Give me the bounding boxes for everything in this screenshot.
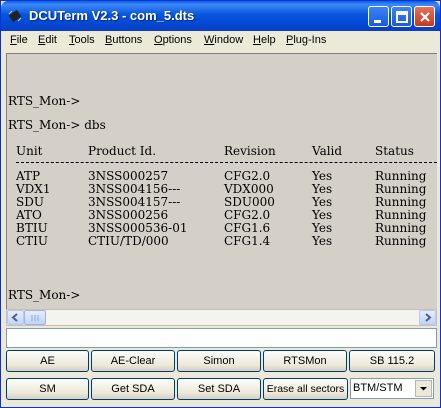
close-button[interactable] [414,6,435,27]
scrollbar-thumb[interactable] [24,310,46,325]
ae-button[interactable]: AE [6,350,89,372]
column-header-product-id: Product Id. [88,144,157,158]
set-sda-button[interactable]: Set SDA [177,378,261,400]
sb-115-2-button[interactable]: SB 115.2 [349,350,435,372]
simon-button[interactable]: Simon [177,350,261,372]
menu-help[interactable]: Help [253,34,276,46]
menu-plug-ins[interactable]: Plug-Ins [286,34,326,46]
cell-status: Running [375,234,427,248]
menu-options[interactable]: Options [154,34,192,46]
menu-bar: File Edit Tools Buttons Options Window H… [2,31,440,51]
cell-product-id: CTIU/TD/000 [88,234,169,248]
terminal-command-line: RTS_Mon-> dbs [8,118,106,132]
app-chip-icon [7,8,23,24]
column-header-status: Status [375,144,414,158]
app-window: DCUTerm V2.3 - com_5.dts File Edit Tools… [0,0,441,408]
mode-select-value: BTM/STM [353,382,403,394]
column-header-valid: Valid [312,144,343,158]
menu-tools[interactable]: Tools [69,34,95,46]
ae-clear-button[interactable]: AE-Clear [91,350,175,372]
terminal-output[interactable]: RTS_Mon-> RTS_Mon-> dbs Unit Product Id.… [6,53,437,309]
terminal-prompt: RTS_Mon-> [8,288,81,302]
menu-window[interactable]: Window [204,34,243,46]
menu-buttons[interactable]: Buttons [105,34,142,46]
command-input[interactable] [6,328,437,348]
get-sda-button[interactable]: Get SDA [91,378,175,400]
scroll-right-button[interactable] [419,310,436,325]
menu-file[interactable]: File [10,34,28,46]
cell-valid: Yes [312,234,333,248]
chevron-down-icon[interactable] [415,380,432,397]
column-header-revision: Revision [224,144,276,158]
header-separator [16,162,437,163]
window-title: DCUTerm V2.3 - com_5.dts [29,8,195,23]
cell-revision: CFG1.4 [224,234,271,248]
maximize-button[interactable] [391,6,412,27]
column-header-unit: Unit [16,144,43,158]
menu-edit[interactable]: Edit [38,34,57,46]
cell-unit: CTIU [16,234,49,248]
mode-select[interactable]: BTM/STM [350,378,434,399]
erase-all-sectors-button[interactable]: Erase all sectors [263,378,348,400]
terminal-prompt: RTS_Mon-> [8,94,81,108]
sm-button[interactable]: SM [6,378,89,400]
rtsmon-button[interactable]: RTSMon [263,350,347,372]
scroll-left-button[interactable] [7,310,24,325]
title-bar[interactable]: DCUTerm V2.3 - com_5.dts [1,1,440,31]
minimize-button[interactable] [368,6,389,27]
horizontal-scrollbar[interactable] [6,309,437,326]
